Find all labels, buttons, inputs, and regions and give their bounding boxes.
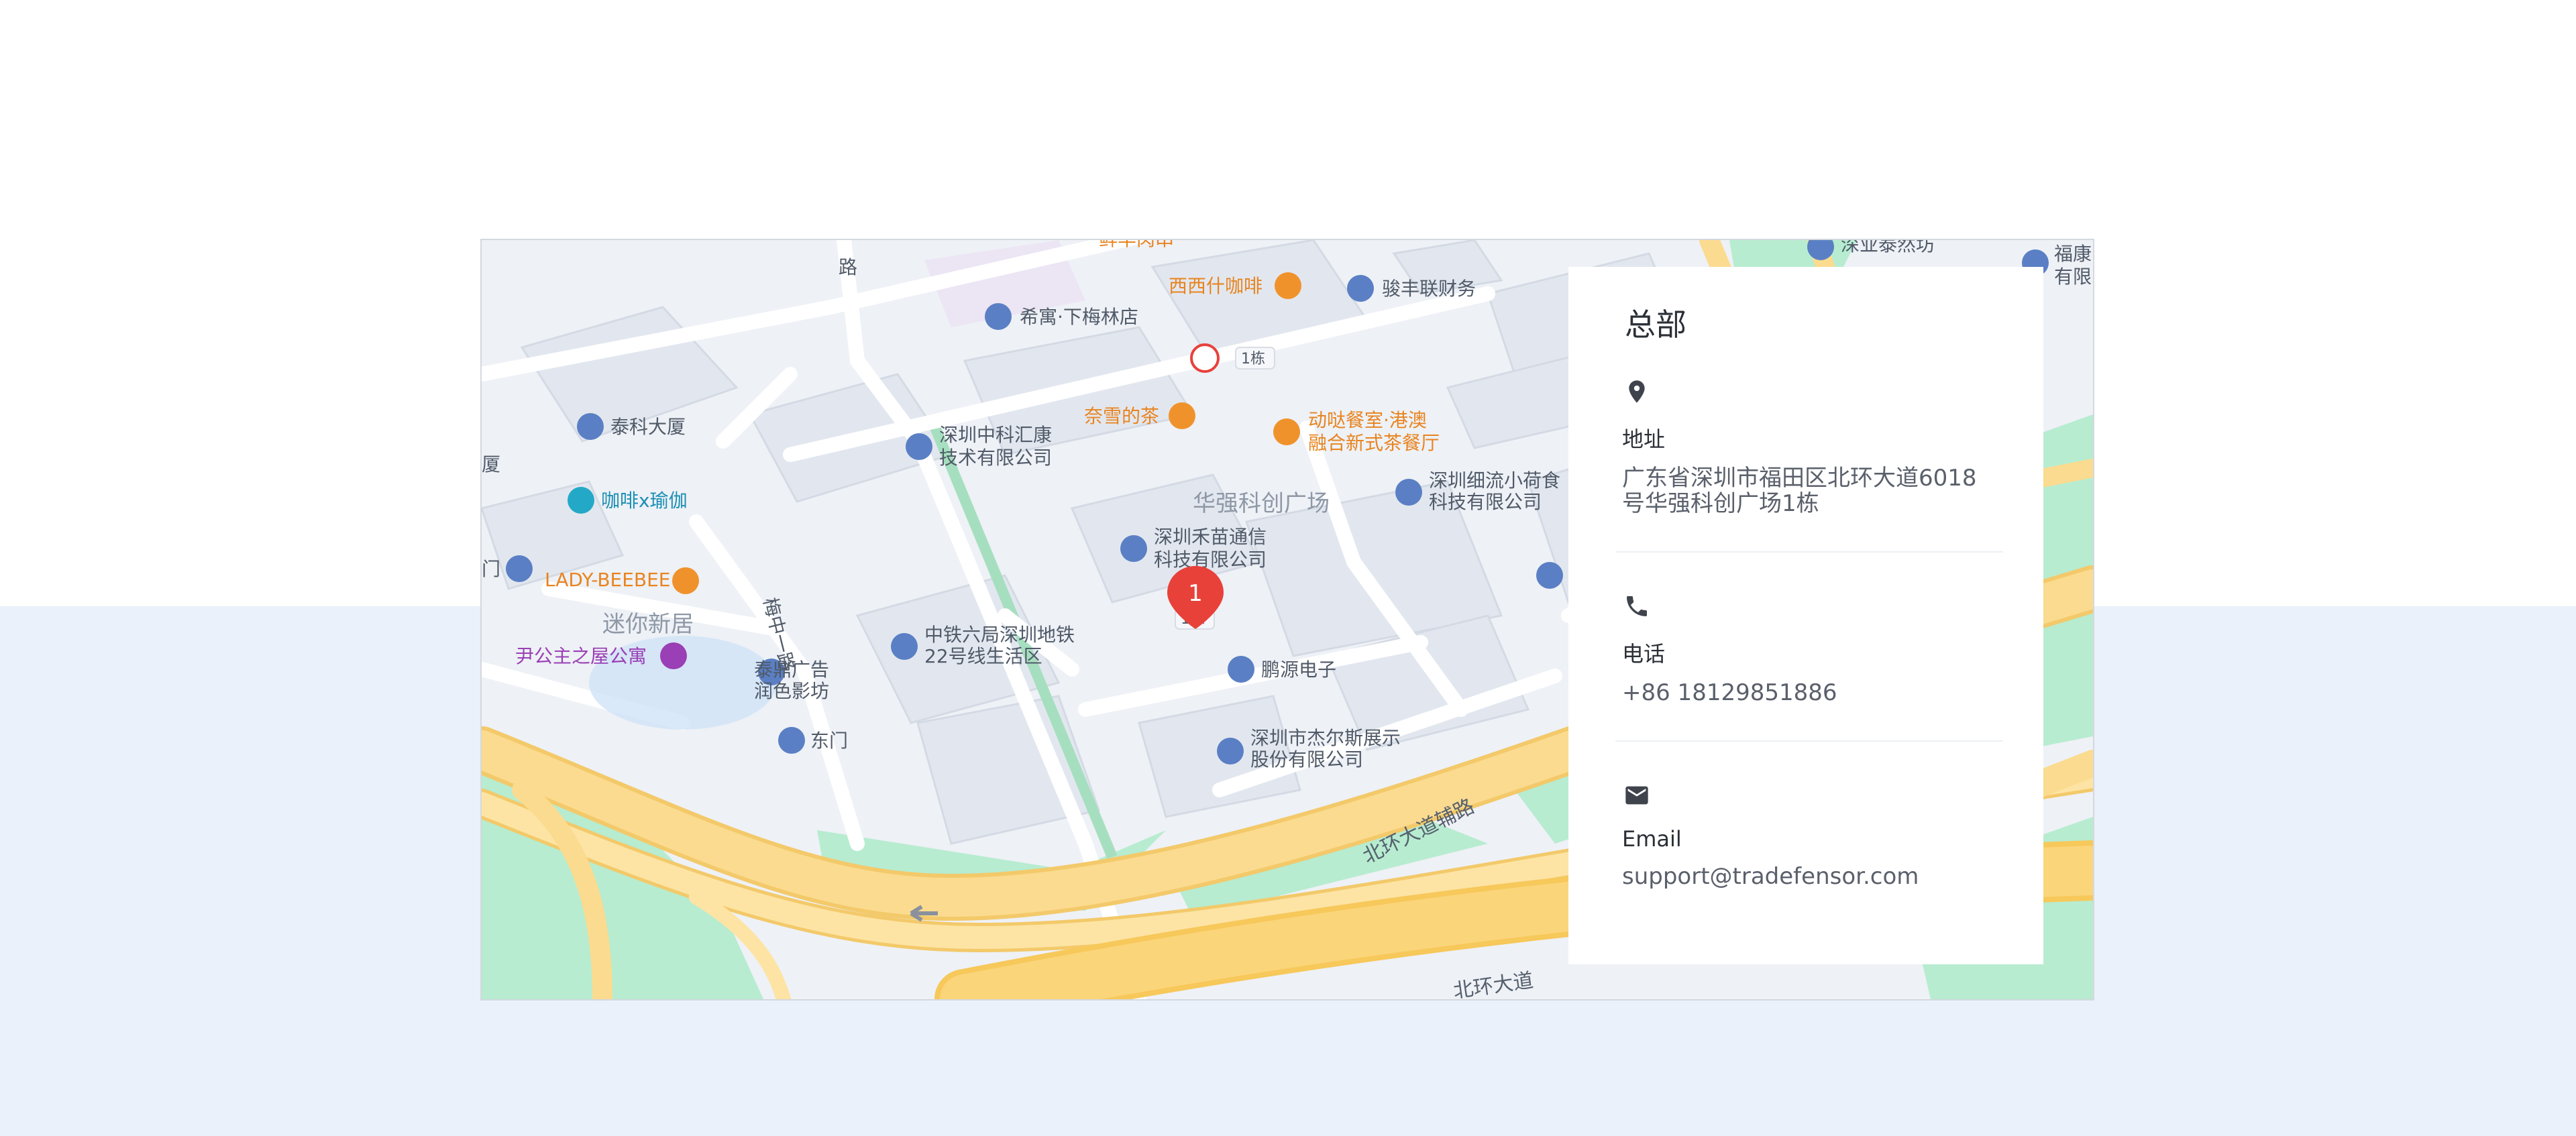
map-label: 东门 — [810, 730, 848, 752]
phone-section: 电话 +86 18129851886 — [1622, 593, 1996, 705]
map-label: 22号线生活区 — [924, 645, 1042, 667]
email-value[interactable]: support@tradefensor.com — [1622, 864, 1996, 889]
map-label: 福康 — [2054, 243, 2092, 265]
poi-building-icon — [778, 727, 805, 754]
poi-building-icon — [1228, 656, 1254, 683]
map-label: 尹公主之屋公寓 — [515, 645, 647, 667]
map-label: 深业泰然坊 — [1841, 240, 1935, 255]
map-label: LADY-BEEBEE — [545, 569, 671, 591]
building-tag: 1栋 — [1241, 351, 1265, 367]
map-label: 科技有限公司 — [1154, 549, 1267, 571]
hotel-icon — [660, 642, 687, 669]
map-label: 路 — [839, 256, 857, 278]
map-label: 西西什咖啡 — [1169, 275, 1263, 297]
map-label: 咖啡x瑜伽 — [601, 490, 688, 512]
marker-number: 1 — [1188, 580, 1203, 607]
poi-building-icon — [1536, 562, 1563, 589]
map-label: 中铁六局深圳地铁 — [924, 624, 1075, 646]
phone-icon — [1627, 596, 1647, 616]
phone-value[interactable]: +86 18129851886 — [1622, 680, 1996, 705]
address-label: 地址 — [1622, 427, 1666, 452]
map-label: 深圳中科汇康 — [939, 424, 1052, 446]
map-label: 技术有限公司 — [939, 447, 1052, 469]
coffee-icon — [1275, 272, 1301, 299]
poi-building-icon — [506, 555, 533, 582]
map-label: 泰科大厦 — [610, 416, 686, 438]
email-section: Email support@tradefensor.com — [1622, 782, 1996, 889]
yoga-icon — [568, 487, 594, 514]
map-label: 奈雪的茶 — [1084, 405, 1159, 427]
divider — [1615, 740, 2003, 742]
map-label: 迷你新居 — [602, 611, 694, 638]
kfc-icon — [1190, 343, 1220, 373]
contact-card: 总部 地址 广东省深圳市福田区北环大道6018号华强科创广场1栋 电话 +86 … — [1568, 267, 2043, 964]
map-label: 有限 — [2054, 266, 2092, 288]
divider — [1615, 551, 2003, 553]
map-label: 深圳细流小荷食 — [1429, 469, 1560, 492]
map-label: 融合新式茶餐厅 — [1308, 432, 1440, 454]
map-label: 泰鼎广告 — [754, 659, 829, 681]
location-pin-icon — [1629, 380, 1645, 403]
map-label: 希寓·下梅林店 — [1020, 306, 1138, 328]
poi-building-icon — [891, 633, 918, 660]
restaurant-icon — [672, 567, 699, 594]
map-label: 门 — [482, 558, 500, 580]
map-label: 深圳禾苗通信 — [1154, 526, 1267, 548]
map-label: 厦 — [482, 453, 500, 475]
map-label: 深圳市杰尔斯展示 — [1250, 727, 1401, 749]
poi-building-icon — [1120, 535, 1147, 562]
poi-finance-icon — [1347, 275, 1374, 302]
map-label: 润色影坊 — [754, 680, 829, 702]
poi-building-icon — [1217, 738, 1244, 764]
map-label: 华强科创广场 — [1193, 490, 1330, 517]
map-label: 动哒餐室·港澳 — [1308, 409, 1427, 431]
restaurant-icon — [1169, 402, 1195, 429]
email-label: Email — [1622, 826, 1682, 852]
address-section: 地址 广东省深圳市福田区北环大道6018号华强科创广场1栋 — [1622, 378, 1996, 516]
map-label: 鲜羊肉串 — [1099, 240, 1174, 250]
address-value: 广东省深圳市福田区北环大道6018号华强科创广场1栋 — [1622, 465, 1977, 517]
poi-building-icon — [985, 303, 1012, 330]
restaurant-icon — [1273, 418, 1300, 445]
map-label: 骏丰联财务 — [1382, 278, 1476, 300]
map-label: 科技有限公司 — [1429, 491, 1542, 513]
phone-label: 电话 — [1622, 641, 1666, 667]
card-title: 总部 — [1625, 306, 1686, 343]
poi-building-icon — [906, 433, 932, 460]
map-label: 股份有限公司 — [1250, 748, 1363, 771]
poi-building-icon — [1395, 479, 1422, 506]
poi-building-icon — [577, 413, 604, 440]
mail-icon — [1625, 786, 1648, 805]
map-label: 鹏源电子 — [1261, 659, 1336, 681]
